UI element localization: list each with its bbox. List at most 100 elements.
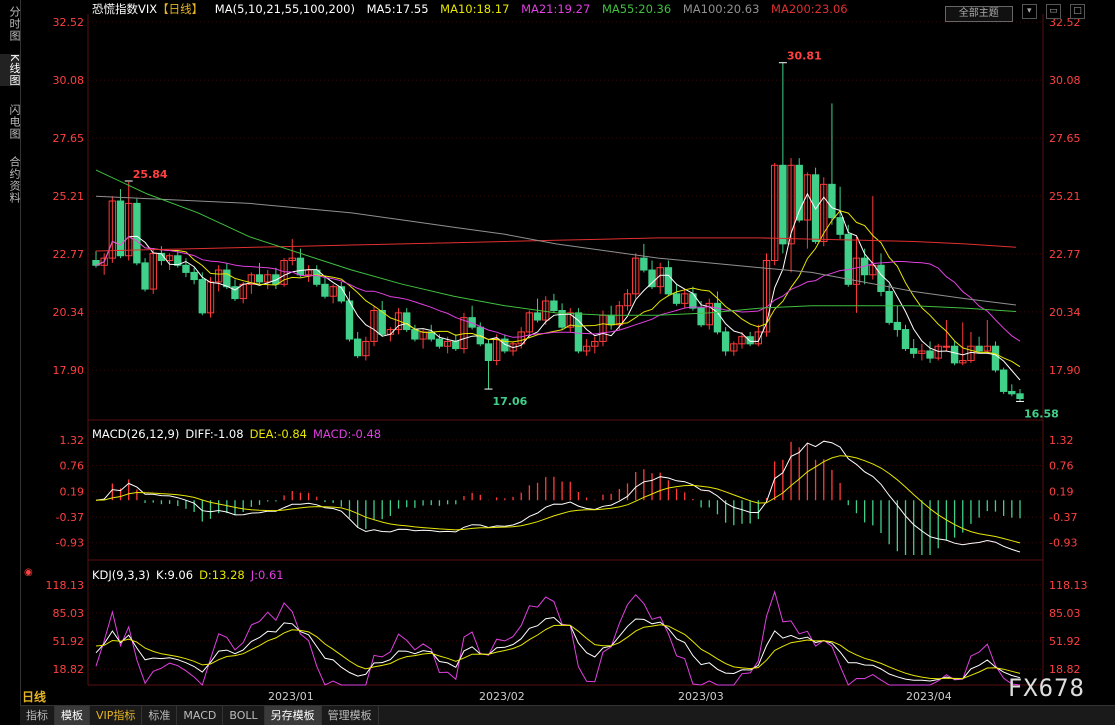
candle-body [746,336,754,345]
kdj-tick-label-left: 85.03 [53,607,85,620]
candle-body [190,271,198,281]
macd-tick-label-left: -0.93 [56,537,84,550]
kdj-header: KDJ(9,3,3) K:9.06 D:13.28 J:0.61 [92,568,290,582]
candle-body [991,345,1000,371]
annotation-low-1: 17.06 [492,395,527,408]
candle-body [975,345,983,352]
theme-select[interactable]: 全部主题 [944,6,1013,22]
candle-body [296,257,305,276]
kdj-tick-label-left: 18.82 [53,663,85,676]
candle-body [640,257,648,271]
price-tick-label-right: 20.34 [1049,306,1081,319]
ma200-value: MA200:23.06 [771,2,848,16]
candle-body [926,350,934,359]
tab-save-template[interactable]: 另存模板 [264,706,322,725]
candle-body [844,233,852,285]
price-tick-label-right: 27.65 [1049,132,1081,145]
price-tick-label-left: 20.34 [53,306,85,319]
candle-body [999,369,1008,392]
kdj-tick-label-right: 85.03 [1049,607,1081,620]
top-right-controls: 全部主题 ▾ ▭ □ [944,1,1085,22]
period-label[interactable]: 日线 [22,688,46,705]
kdj-label: KDJ(9,3,3) [92,568,151,582]
window-restore-icon[interactable]: ▭ [1045,4,1061,19]
price-tick-label-right: 17.90 [1049,364,1081,377]
macd-tick-label-left: 0.19 [60,486,85,499]
price-tick-label-left: 32.52 [53,16,85,29]
candle-body [198,279,207,314]
kdj-tick-label-right: 118.13 [1049,579,1088,592]
kdj-k: K:9.06 [156,568,194,582]
ma21-value: MA21:19.27 [521,2,591,16]
candle-body [648,269,656,288]
candle-body [321,283,329,297]
tab-indicator[interactable]: 指标 [20,706,55,725]
candle-body [893,321,902,331]
candle-body [353,338,362,357]
kdj-tick-label-left: 118.13 [46,579,85,592]
tab-standard[interactable]: 标准 [142,706,178,725]
price-tick-label-left: 22.77 [53,248,85,261]
annotation-high-1: 25.84 [133,168,168,181]
macd-diff: DIFF:-1.08 [185,427,244,441]
candle-body [345,300,354,340]
candle-body [607,314,615,326]
candle-body [909,348,918,354]
price-tick-label-right: 25.21 [1049,190,1081,203]
price-tick-label-left: 27.65 [53,132,85,145]
settings-icon[interactable]: ◉ [24,567,33,578]
kdj-tick-label-left: 51.92 [53,635,85,648]
macd-label: MACD(26,12,9) [92,427,180,441]
candle-body [901,329,910,350]
x-label-feb: 2023/02 [479,690,525,703]
candle-body [942,345,951,348]
macd-value: MACD:-0.48 [312,427,382,441]
chart-canvas[interactable]: 32.52 32.5230.08 30.0827.65 27.6525.21 25.21… [0,0,1115,724]
candle-body [950,345,959,364]
macd-dea: DEA:-0.84 [249,427,307,441]
tab-vip-indicator[interactable]: VIP指标 [90,706,143,725]
tab-manage-template[interactable]: 管理模板 [322,706,379,725]
macd-tick-label-right: -0.93 [1049,537,1077,550]
candle-body [133,202,141,264]
candle-body [672,293,681,304]
price-tick-label-left: 25.21 [53,190,85,203]
candle-body [223,269,231,288]
period-tag: 【日线】 [157,2,204,16]
candle-body [182,264,190,273]
candle-body [721,331,730,352]
candle-body [828,183,836,219]
candle-body [141,262,149,290]
chevron-down-icon[interactable]: ▾ [1021,4,1037,19]
price-tick-label-right: 30.08 [1049,74,1081,87]
instrument-title: 恐慌指数VIX [92,2,158,16]
maximize-icon[interactable]: □ [1070,4,1085,19]
kdj-d-line [95,624,1021,680]
price-tick-label-left: 30.08 [53,74,85,87]
ma100-value: MA100:20.63 [682,2,760,16]
candle-body [836,217,844,235]
bottom-tab-bar: 指标 模板 VIP指标 标准 MACD BOLL 另存模板 管理模板 [20,705,1115,725]
candle-body [885,290,893,323]
x-label-apr: 2023/04 [906,690,952,703]
ma-params: MA(5,10,21,55,100,200) [214,2,355,16]
tab-template[interactable]: 模板 [55,706,90,725]
macd-tick-label-right: -0.37 [1049,511,1077,524]
ma5-value: MA5:17.55 [366,2,429,16]
macd-diff-line [95,440,1021,553]
candle-body [1008,390,1016,395]
kdj-j: J:0.61 [250,568,284,582]
kdj-tick-label-right: 51.92 [1049,635,1081,648]
tab-boll[interactable]: BOLL [223,706,265,725]
ma55-value: MA55:20.36 [601,2,672,16]
macd-tick-label-right: 1.32 [1049,434,1074,447]
candle-body [877,264,885,292]
macd-tick-label-right: 0.19 [1049,486,1074,499]
x-label-jan: 2023/01 [268,690,314,703]
candle-body [779,164,787,245]
candle-body [484,343,493,361]
candle-body [411,329,419,340]
candle-body [435,338,444,347]
candle-body [1016,393,1024,400]
tab-macd[interactable]: MACD [177,706,224,725]
